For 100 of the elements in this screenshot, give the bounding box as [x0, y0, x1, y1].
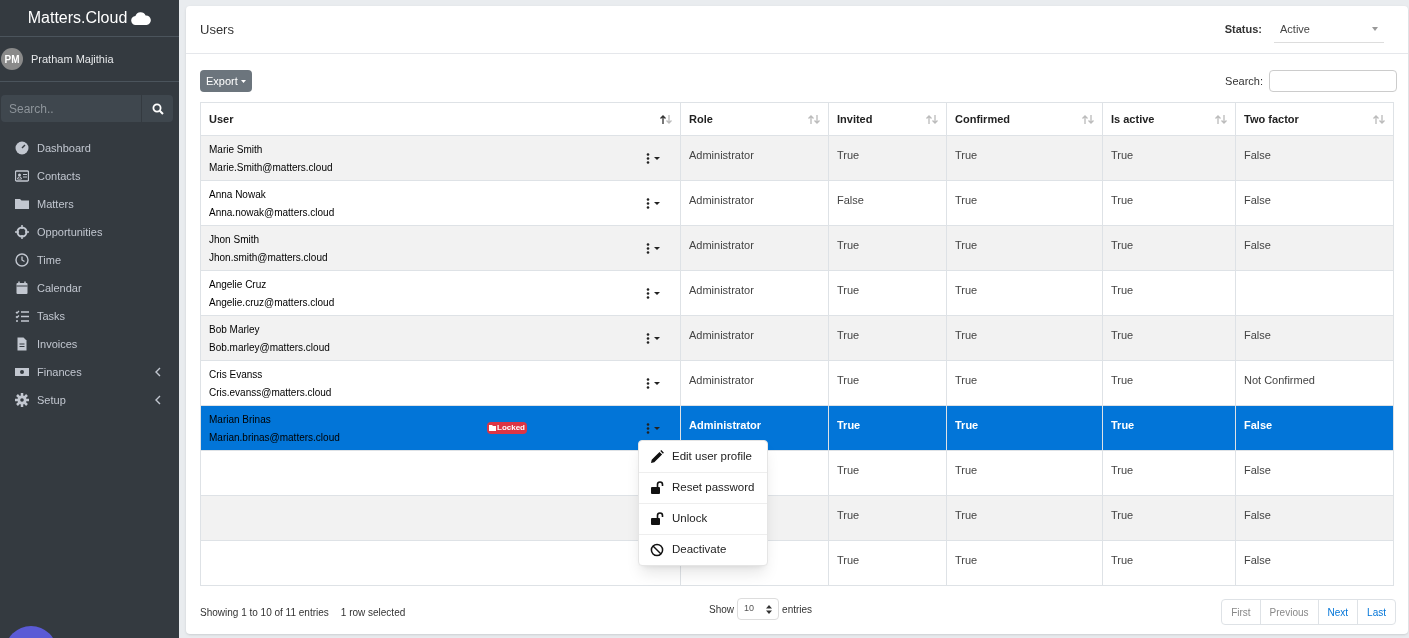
table-cell: True	[955, 194, 978, 206]
table-cell: Administrator	[689, 329, 754, 341]
brand-name[interactable]: Matters.Cloud	[27, 6, 128, 30]
table-cell: True	[1111, 374, 1134, 386]
sort-icon	[660, 114, 672, 124]
column-header[interactable]: Is active	[1102, 102, 1236, 136]
column-header[interactable]: Confirmed	[946, 102, 1103, 136]
table-cell: Administrator	[689, 284, 754, 296]
calendar-icon	[15, 281, 29, 295]
menu-item[interactable]: Unlock	[639, 503, 767, 534]
search-button[interactable]	[141, 95, 173, 122]
chevron-left-icon	[155, 367, 161, 377]
table-cell: True	[837, 509, 860, 521]
table-cell: True	[837, 284, 860, 296]
nav-item[interactable]: Matters	[0, 190, 179, 218]
export-button[interactable]: Export	[200, 70, 252, 92]
nav-item[interactable]: Opportunities	[0, 218, 179, 246]
search-label: Search:	[1225, 73, 1263, 89]
entries-info: Showing 1 to 10 of 11 entries	[200, 605, 329, 620]
sort-icon	[1373, 114, 1385, 124]
nav-item[interactable]: Dashboard	[0, 134, 179, 162]
table-cell: True	[837, 419, 861, 431]
nav-item[interactable]: Tasks	[0, 302, 179, 330]
sidebar-search-field[interactable]: Search..	[1, 95, 141, 122]
checklist-icon	[15, 309, 29, 323]
table-row[interactable]: Marian Brinas Marian.brinas@matters.cloud Locked Administrator True True True False	[200, 405, 1394, 451]
column-header[interactable]: Two factor	[1235, 102, 1394, 136]
table-cell: False	[1244, 149, 1271, 161]
gauge-icon	[15, 141, 29, 155]
sort-icon	[766, 604, 773, 614]
crosshair-icon	[15, 225, 29, 239]
caret-icon	[1372, 27, 1378, 31]
table-row[interactable]: Marie Smith Marie.Smith@matters.cloud Administrator True True True False	[200, 135, 1394, 181]
table-cell: True	[1111, 284, 1134, 296]
sort-icon	[926, 114, 938, 124]
table-cell: True	[955, 239, 978, 251]
search-icon	[151, 102, 164, 115]
table-cell: Administrator	[689, 374, 754, 386]
table-cell: True	[955, 464, 978, 476]
table-cell: True	[837, 239, 860, 251]
user-email: Marian.brinas@matters.cloud	[209, 430, 341, 445]
table-row[interactable]: Bob Marley Bob.marley@matters.cloud Administrator True True True False	[200, 315, 1394, 361]
user-email: Jhon.smith@matters.cloud	[209, 250, 329, 265]
more-options-icon[interactable]	[646, 242, 662, 254]
prohibited-icon	[650, 543, 664, 557]
page-link[interactable]: Last	[1357, 600, 1395, 624]
more-options-icon[interactable]	[646, 377, 662, 389]
user-name: Anna Nowak	[209, 187, 267, 202]
table-row[interactable]: Angelie Cruz Angelie.cruz@matters.cloud Administrator True True True	[200, 270, 1394, 316]
nav-item[interactable]: Invoices	[0, 330, 179, 358]
user-name[interactable]: Pratham Majithia	[31, 50, 114, 68]
column-header[interactable]: Role	[680, 102, 829, 136]
more-options-icon[interactable]	[646, 332, 662, 344]
user-email: Anna.nowak@matters.cloud	[209, 205, 336, 220]
table-cell: Not Confirmed	[1244, 374, 1315, 386]
table-cell: True	[1111, 329, 1134, 341]
banknote-icon	[15, 365, 29, 379]
table-row[interactable]: Cris Evanss Cris.evanss@matters.cloud Administrator True True True Not Confirmed	[200, 360, 1394, 406]
chevron-left-icon	[155, 395, 161, 405]
nav-item[interactable]: Finances	[0, 358, 179, 386]
table-cell: Administrator	[689, 149, 754, 161]
table-row[interactable]: Anna Nowak Anna.nowak@matters.cloud Administrator False True True False	[200, 180, 1394, 226]
column-header[interactable]: User	[200, 102, 681, 136]
table-cell: True	[955, 509, 978, 521]
caret-icon	[240, 79, 246, 83]
nav-item[interactable]: Time	[0, 246, 179, 274]
user-name: Marian Brinas	[209, 412, 272, 427]
contact-card-icon	[15, 169, 29, 183]
column-header[interactable]: Invited	[828, 102, 947, 136]
cloud-icon	[131, 11, 152, 25]
menu-item[interactable]: Deactivate	[639, 534, 767, 565]
page-size-select[interactable]: 10	[737, 598, 780, 620]
table-cell: True	[1111, 149, 1134, 161]
user-email: Bob.marley@matters.cloud	[209, 340, 331, 355]
nav-item[interactable]: Contacts	[0, 162, 179, 190]
sort-icon	[1215, 114, 1227, 124]
sort-icon	[808, 114, 820, 124]
table-cell: False	[1244, 464, 1271, 476]
more-options-icon[interactable]	[646, 152, 662, 164]
folder-icon	[15, 197, 29, 211]
unlocked-padlock-icon	[650, 512, 664, 526]
gear-icon	[15, 393, 29, 407]
table-cell: False	[1244, 329, 1271, 341]
table-cell: True	[955, 554, 978, 566]
nav-item[interactable]: Calendar	[0, 274, 179, 302]
more-options-icon[interactable]	[646, 287, 662, 299]
status-label: Status:	[1224, 22, 1262, 38]
unlocked-padlock-icon	[650, 481, 664, 495]
table-cell: True	[1111, 509, 1134, 521]
nav-item[interactable]: Setup	[0, 386, 179, 414]
menu-item[interactable]: Reset password	[639, 472, 767, 503]
user-name: Cris Evanss	[209, 367, 264, 382]
more-options-icon[interactable]	[646, 197, 662, 209]
table-row[interactable]: Jhon Smith Jhon.smith@matters.cloud Administrator True True True False	[200, 225, 1394, 271]
user-name: Jhon Smith	[209, 232, 261, 247]
search-field[interactable]	[1269, 70, 1397, 92]
status-select[interactable]: Active	[1274, 16, 1384, 43]
table-cell: False	[837, 194, 864, 206]
pencil-icon	[650, 449, 664, 464]
page-link[interactable]: Next	[1317, 600, 1358, 624]
